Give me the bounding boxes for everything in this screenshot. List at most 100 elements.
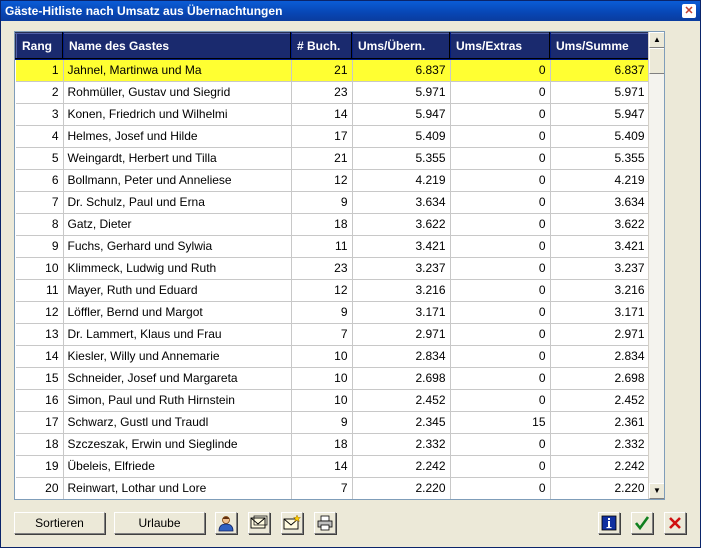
cell-rang: 11	[16, 279, 64, 302]
cell-name: Mayer, Ruth und Eduard	[63, 279, 292, 302]
cell-ums-uebern: 3.634	[352, 191, 451, 214]
column-header-buchungen[interactable]: # Buch.	[290, 32, 353, 60]
table-row[interactable]: 10 Klimmeck, Ludwig und Ruth 23 3.237 0 3.237	[16, 257, 650, 280]
column-header-ums-summe[interactable]: Ums/Summe	[549, 32, 650, 60]
cell-name: Simon, Paul und Ruth Hirnstein	[63, 389, 292, 412]
table-row[interactable]: 4 Helmes, Josef und Hilde 17 5.409 0 5.409	[16, 125, 650, 148]
cell-ums-summe: 2.242	[550, 455, 650, 478]
cell-ums-summe: 3.216	[550, 279, 650, 302]
scroll-down-button[interactable]: ▼	[649, 483, 664, 499]
cancel-button[interactable]	[664, 512, 686, 534]
table-row[interactable]: 8 Gatz, Dieter 18 3.622 0 3.622	[16, 213, 650, 236]
table-row[interactable]: 18 Szczeszak, Erwin und Sieglinde 18 2.332 0…	[16, 433, 650, 456]
cell-ums-extras: 0	[450, 323, 551, 346]
cell-name: Jahnel, Martinwa und Ma	[63, 59, 292, 82]
cell-ums-uebern: 5.971	[352, 81, 451, 104]
cell-ums-summe: 5.355	[550, 147, 650, 170]
cell-ums-summe: 2.452	[550, 389, 650, 412]
column-header-ums-extras[interactable]: Ums/Extras	[449, 32, 551, 60]
scroll-thumb[interactable]	[649, 48, 664, 74]
cell-buchungen: 12	[291, 279, 353, 302]
cell-ums-uebern: 2.220	[352, 477, 451, 499]
cell-buchungen: 18	[291, 433, 353, 456]
table-row[interactable]: 9 Fuchs, Gerhard und Sylwia 11 3.421 0 3.421	[16, 235, 650, 258]
cell-ums-uebern: 3.216	[352, 279, 451, 302]
vertical-scrollbar[interactable]: ▲ ▼	[648, 32, 664, 499]
mail-new-button[interactable]	[281, 512, 303, 534]
cell-rang: 16	[16, 389, 64, 412]
table-row[interactable]: 11 Mayer, Ruth und Eduard 12 3.216 0 3.216	[16, 279, 650, 302]
vacations-button[interactable]: Urlaube	[114, 512, 205, 534]
cell-ums-summe: 2.220	[550, 477, 650, 499]
table-row[interactable]: 15 Schneider, Josef und Margareta 10 2.698 0…	[16, 367, 650, 390]
cell-ums-extras: 0	[450, 191, 551, 214]
guest-button[interactable]	[215, 512, 237, 534]
ranking-table: Rang Name des Gastes # Buch. Ums/Übern. …	[15, 32, 650, 499]
table-row[interactable]: 3 Konen, Friedrich und Wilhelmi 14 5.947 0 5.…	[16, 103, 650, 126]
cell-name: Kiesler, Willy und Annemarie	[63, 345, 292, 368]
cell-ums-uebern: 3.237	[352, 257, 451, 280]
close-button[interactable]: ✕	[682, 4, 696, 18]
guest-ranking-grid[interactable]: Rang Name des Gastes # Buch. Ums/Übern. …	[14, 31, 665, 500]
cell-name: Löffler, Bernd und Margot	[63, 301, 292, 324]
table-row[interactable]: 14 Kiesler, Willy und Annemarie 10 2.834 0 2.…	[16, 345, 650, 368]
cell-ums-extras: 0	[450, 455, 551, 478]
cell-ums-summe: 3.634	[550, 191, 650, 214]
cell-ums-uebern: 2.698	[352, 367, 451, 390]
cell-ums-summe: 2.332	[550, 433, 650, 456]
table-row[interactable]: 13 Dr. Lammert, Klaus und Frau 7 2.971 0 2.97…	[16, 323, 650, 346]
table-row[interactable]: 12 Löffler, Bernd und Margot 9 3.171 0 3.171	[16, 301, 650, 324]
table-row[interactable]: 2 Rohmüller, Gustav und Siegrid 23 5.971 0 5.…	[16, 81, 650, 104]
column-header-name[interactable]: Name des Gastes	[62, 32, 292, 60]
table-row[interactable]: 1 Jahnel, Martinwa und Ma 21 6.837 0 6.837	[16, 59, 650, 82]
column-header-ums-uebern[interactable]: Ums/Übern.	[351, 32, 451, 60]
table-row[interactable]: 5 Weingardt, Herbert und Tilla 21 5.355 0 5.3…	[16, 147, 650, 170]
cell-rang: 2	[16, 81, 64, 104]
table-header-row: Rang Name des Gastes # Buch. Ums/Übern. …	[15, 32, 650, 60]
print-button[interactable]	[314, 512, 336, 534]
column-header-rang[interactable]: Rang	[15, 32, 64, 60]
cell-buchungen: 17	[291, 125, 353, 148]
cell-buchungen: 7	[291, 477, 353, 499]
cell-buchungen: 10	[291, 367, 353, 390]
cell-buchungen: 12	[291, 169, 353, 192]
info-button[interactable]	[598, 512, 620, 534]
envelope-icon	[250, 515, 268, 529]
cell-rang: 20	[16, 477, 64, 499]
cell-name: Schneider, Josef und Margareta	[63, 367, 292, 390]
table-row[interactable]: 20 Reinwart, Lothar und Lore 7 2.220 0 2.220	[16, 477, 650, 499]
cell-ums-uebern: 2.332	[352, 433, 451, 456]
cell-ums-extras: 0	[450, 81, 551, 104]
cell-name: Helmes, Josef und Hilde	[63, 125, 292, 148]
cell-ums-extras: 15	[450, 411, 551, 434]
cell-name: Weingardt, Herbert und Tilla	[63, 147, 292, 170]
cell-ums-uebern: 3.421	[352, 235, 451, 258]
cell-ums-uebern: 5.947	[352, 103, 451, 126]
scroll-up-button[interactable]: ▲	[649, 32, 664, 48]
cell-ums-extras: 0	[450, 125, 551, 148]
cell-buchungen: 21	[291, 147, 353, 170]
cell-ums-summe: 5.409	[550, 125, 650, 148]
cell-buchungen: 9	[291, 301, 353, 324]
mail-button[interactable]	[248, 512, 270, 534]
cell-rang: 7	[16, 191, 64, 214]
cell-rang: 14	[16, 345, 64, 368]
table-body: 1 Jahnel, Martinwa und Ma 21 6.837 0 6.837 2 Ro…	[16, 59, 650, 499]
cell-ums-extras: 0	[450, 235, 551, 258]
sort-button[interactable]: Sortieren	[14, 512, 105, 534]
cell-ums-uebern: 3.622	[352, 213, 451, 236]
cell-ums-extras: 0	[450, 103, 551, 126]
cell-ums-summe: 2.834	[550, 345, 650, 368]
table-row[interactable]: 19 Übeleis, Elfriede 14 2.242 0 2.242	[16, 455, 650, 478]
cell-ums-extras: 0	[450, 301, 551, 324]
table-row[interactable]: 7 Dr. Schulz, Paul und Erna 9 3.634 0 3.634	[16, 191, 650, 214]
ok-button[interactable]	[631, 512, 653, 534]
table-row[interactable]: 16 Simon, Paul und Ruth Hirnstein 10 2.452 0…	[16, 389, 650, 412]
cell-buchungen: 11	[291, 235, 353, 258]
cell-ums-summe: 3.171	[550, 301, 650, 324]
x-icon	[669, 517, 681, 529]
table-row[interactable]: 17 Schwarz, Gustl und Traudl 9 2.345 15 2.361	[16, 411, 650, 434]
table-row[interactable]: 6 Bollmann, Peter und Anneliese 12 4.219 0 4.…	[16, 169, 650, 192]
cell-ums-extras: 0	[450, 389, 551, 412]
cell-rang: 9	[16, 235, 64, 258]
